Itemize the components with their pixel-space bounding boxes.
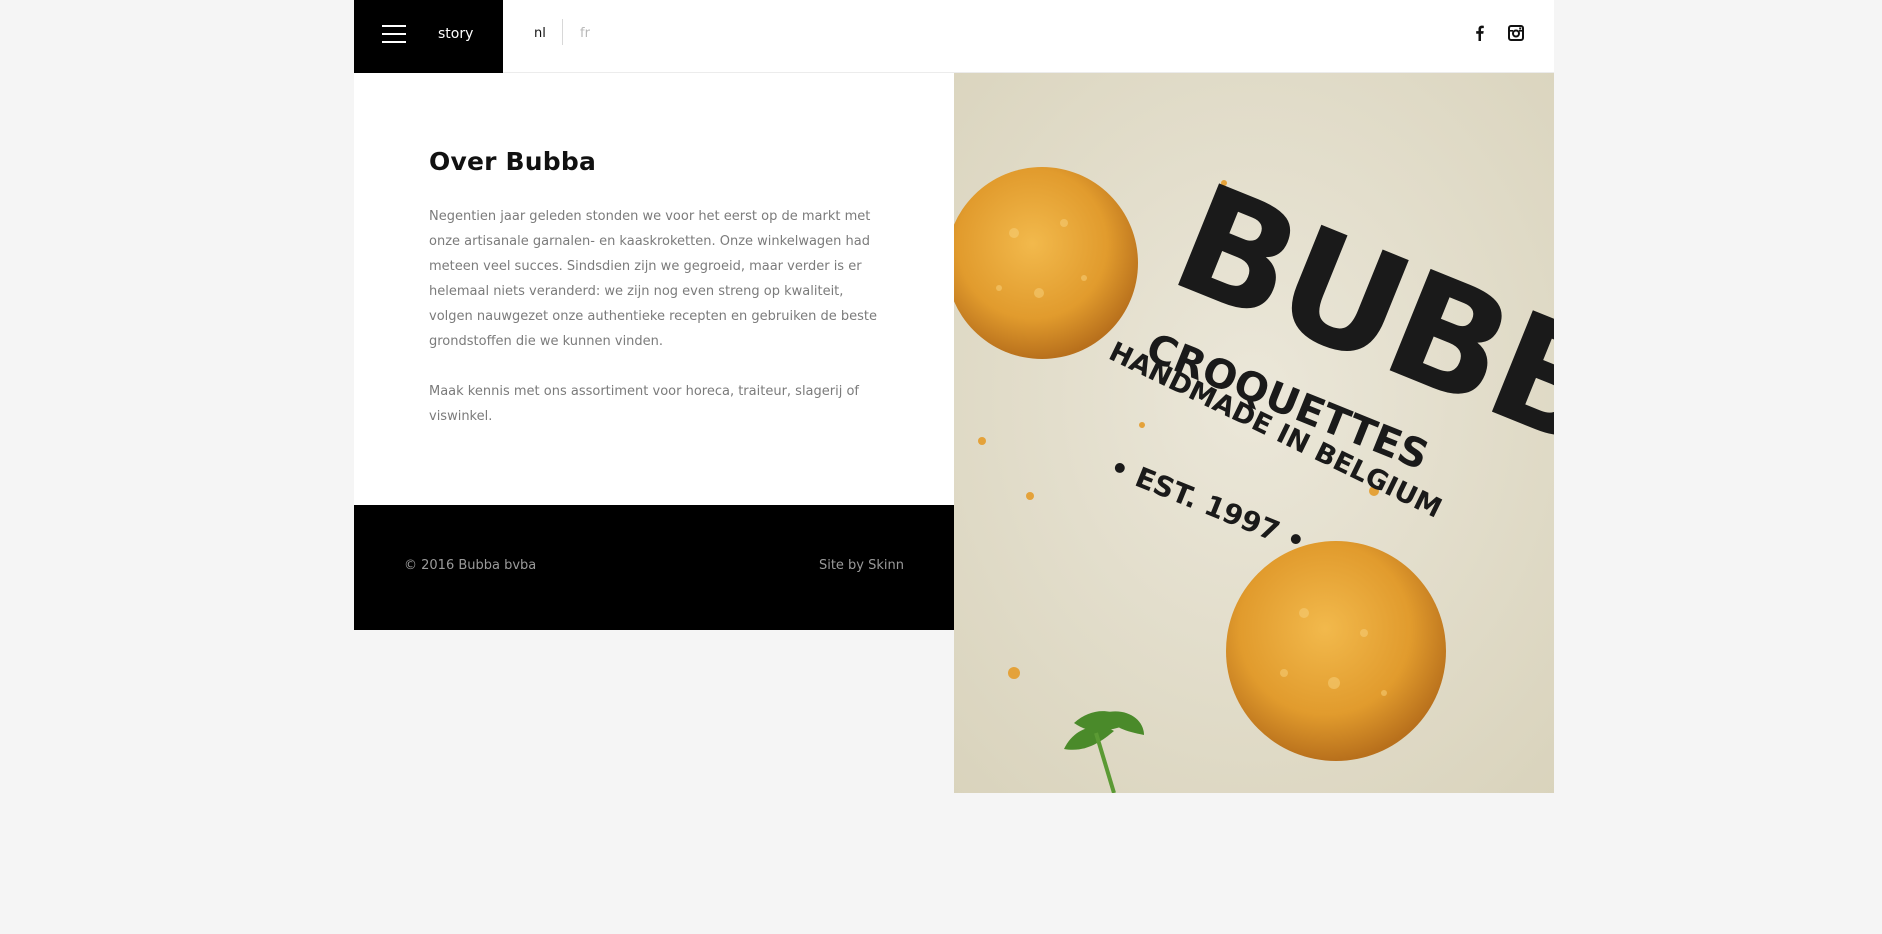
croquette-top <box>954 167 1138 359</box>
instagram-icon[interactable] <box>1507 24 1525 42</box>
site-header: story nl fr <box>354 0 1554 73</box>
hero-photo: BUBBA CROQUETTES HANDMADE IN BELGIUM • E… <box>954 73 1554 793</box>
language-nl[interactable]: nl <box>534 26 546 41</box>
language-fr[interactable]: fr <box>580 26 590 41</box>
language-divider <box>562 19 563 45</box>
about-section: Over Bubba Negentien jaar geleden stonde… <box>354 73 954 505</box>
page-title: Over Bubba <box>429 147 597 176</box>
hamburger-icon <box>382 25 406 45</box>
about-paragraph: Negentien jaar geleden stonden we voor h… <box>429 209 878 349</box>
site-credit-link[interactable]: Site by Skinn <box>819 558 904 573</box>
facebook-icon[interactable] <box>1471 24 1489 42</box>
assortment-paragraph: Maak kennis met ons assortiment voor hor… <box>429 384 860 424</box>
croquette-bottom <box>1226 541 1446 761</box>
site-footer: © 2016 Bubba bvba Site by Skinn <box>354 505 954 630</box>
menu-label: story <box>438 26 474 42</box>
menu-button[interactable]: story <box>354 0 503 73</box>
copyright-text: © 2016 Bubba bvba <box>404 558 537 573</box>
